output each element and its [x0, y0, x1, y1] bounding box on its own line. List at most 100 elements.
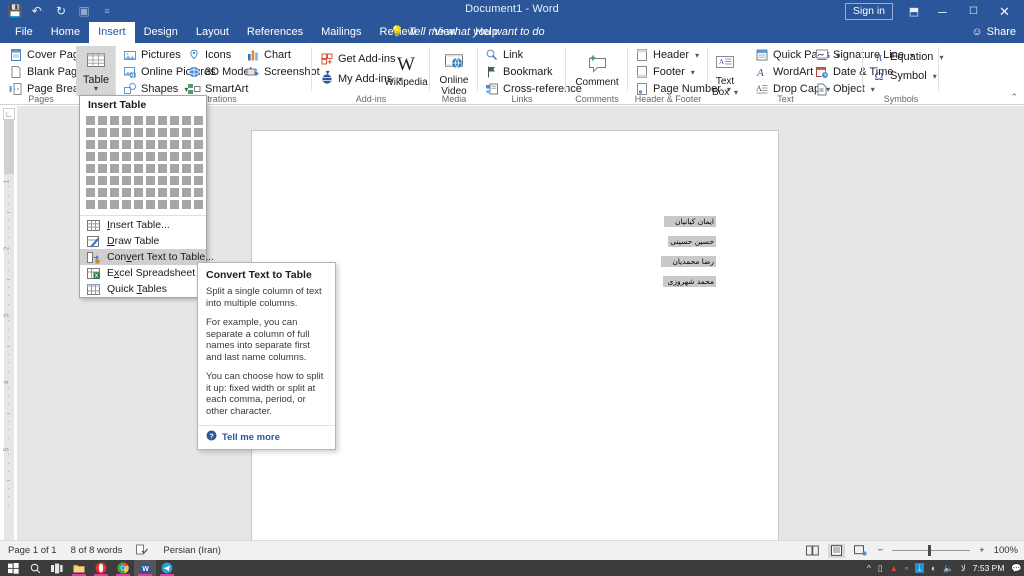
table-grid-cell[interactable] [169, 175, 180, 186]
table-grid-cell[interactable] [193, 199, 204, 210]
opera-icon[interactable] [90, 560, 112, 576]
tab-design[interactable]: Design [135, 22, 187, 43]
menu-item-draw-table[interactable]: Draw Table [80, 233, 206, 249]
battery-icon[interactable]: ▫ [905, 563, 908, 573]
table-grid-cell[interactable] [181, 187, 192, 198]
chevron-down-icon[interactable]: ▾ [76, 85, 116, 93]
table-grid-cell[interactable] [193, 115, 204, 126]
table-grid-cell[interactable] [193, 163, 204, 174]
table-grid-cell[interactable] [169, 187, 180, 198]
tell-me-more-link[interactable]: Tell me more [222, 432, 280, 443]
table-grid-cell[interactable] [181, 151, 192, 162]
table-grid-cell[interactable] [109, 175, 120, 186]
file-explorer-icon[interactable] [68, 560, 90, 576]
table-grid-cell[interactable] [145, 199, 156, 210]
table-grid-cell[interactable] [109, 139, 120, 150]
warning-icon[interactable]: ▲ [890, 563, 898, 573]
table-grid-cell[interactable] [97, 151, 108, 162]
table-grid-cell[interactable] [145, 151, 156, 162]
table-grid-cell[interactable] [133, 187, 144, 198]
table-grid-cell[interactable] [109, 163, 120, 174]
search-icon[interactable] [24, 560, 46, 576]
chevron-down-icon[interactable]: ▾ [939, 53, 943, 62]
chevron-down-icon[interactable]: ▾ [695, 51, 699, 60]
sign-in-button[interactable]: Sign in [844, 3, 893, 20]
equation-button[interactable]: π Equation ▾ [869, 49, 946, 65]
notifications-icon[interactable]: 💬 [1011, 563, 1022, 574]
table-grid-cell[interactable] [109, 127, 120, 138]
selected-text-block[interactable]: ایمان کیانیان حسین حسینی رضا محمدیان محمد ش… [661, 215, 716, 295]
table-grid-cell[interactable] [193, 139, 204, 150]
table-grid-cell[interactable] [169, 163, 180, 174]
table-grid-cell[interactable] [169, 139, 180, 150]
document-line[interactable]: حسین حسینی [661, 235, 716, 247]
table-grid-cell[interactable] [181, 139, 192, 150]
menu-item-excel-spreadsheet[interactable]: X Excel Spreadsheet [80, 265, 206, 281]
table-grid-cell[interactable] [181, 175, 192, 186]
table-grid-cell[interactable] [97, 139, 108, 150]
table-grid-cell[interactable] [121, 151, 132, 162]
table-button[interactable]: Table ▾ [76, 46, 116, 96]
table-grid-cell[interactable] [133, 163, 144, 174]
table-grid-cell[interactable] [157, 163, 168, 174]
menu-item-insert-table[interactable]: Insert Table... [80, 217, 206, 233]
table-grid-cell[interactable] [133, 151, 144, 162]
keyboard-language-icon[interactable]: لا [961, 563, 966, 574]
table-grid-cell[interactable] [109, 115, 120, 126]
table-grid-cell[interactable] [133, 139, 144, 150]
windows-start-icon[interactable] [2, 560, 24, 576]
language-indicator[interactable]: Persian (Iran) [163, 545, 221, 556]
tab-insert[interactable]: Insert [89, 22, 135, 43]
word-icon[interactable]: W [134, 560, 156, 576]
tab-file[interactable]: File [6, 22, 42, 43]
table-grid-cell[interactable] [181, 127, 192, 138]
zoom-slider-thumb[interactable] [928, 545, 931, 556]
table-grid-cell[interactable] [121, 127, 132, 138]
table-grid-cell[interactable] [97, 163, 108, 174]
zoom-in-button[interactable]: + [977, 545, 987, 556]
table-grid-cell[interactable] [145, 127, 156, 138]
table-grid-cell[interactable] [85, 199, 96, 210]
table-grid-cell[interactable] [85, 127, 96, 138]
table-grid-cell[interactable] [157, 187, 168, 198]
task-view-icon[interactable] [46, 560, 68, 576]
table-grid-cell[interactable] [97, 199, 108, 210]
zoom-level[interactable]: 100% [994, 545, 1018, 556]
menu-item-convert-text-to-table[interactable]: Convert Text to Table... [80, 249, 214, 265]
table-grid-cell[interactable] [169, 199, 180, 210]
table-grid-cell[interactable] [121, 175, 132, 186]
minimize-button[interactable]: ─ [927, 2, 958, 21]
table-grid-cell[interactable] [97, 187, 108, 198]
read-mode-icon[interactable] [804, 544, 821, 558]
table-grid-cell[interactable] [85, 175, 96, 186]
table-grid-cell[interactable] [97, 115, 108, 126]
table-grid-cell[interactable] [169, 115, 180, 126]
table-grid-cell[interactable] [169, 127, 180, 138]
table-grid-cell[interactable] [145, 163, 156, 174]
print-layout-icon[interactable] [827, 543, 845, 558]
proofing-errors-icon[interactable] [136, 544, 149, 558]
table-grid-cell[interactable] [85, 163, 96, 174]
table-grid-cell[interactable] [121, 187, 132, 198]
table-grid-cell[interactable] [121, 199, 132, 210]
table-grid-cell[interactable] [193, 151, 204, 162]
document-line[interactable]: محمد شهروزی [661, 275, 716, 287]
tab-references[interactable]: References [238, 22, 312, 43]
table-grid-cell[interactable] [109, 199, 120, 210]
table-grid-cell[interactable] [169, 151, 180, 162]
table-grid-cell[interactable] [181, 199, 192, 210]
zoom-slider[interactable] [892, 545, 971, 557]
table-grid-cell[interactable] [157, 115, 168, 126]
volume-icon[interactable]: 🔈 [943, 563, 954, 574]
table-grid-cell[interactable] [145, 175, 156, 186]
menu-item-quick-tables[interactable]: Quick Tables [80, 281, 206, 297]
word-count[interactable]: 8 of 8 words [71, 545, 123, 556]
page-indicator[interactable]: Page 1 of 1 [8, 545, 57, 556]
table-grid-cell[interactable] [133, 115, 144, 126]
ribbon-display-options-icon[interactable]: ⬒ [901, 2, 927, 21]
table-grid-cell[interactable] [133, 175, 144, 186]
table-grid-cell[interactable] [121, 163, 132, 174]
table-grid-cell[interactable] [157, 199, 168, 210]
table-grid-cell[interactable] [97, 175, 108, 186]
document-line[interactable]: ایمان کیانیان [661, 215, 716, 227]
